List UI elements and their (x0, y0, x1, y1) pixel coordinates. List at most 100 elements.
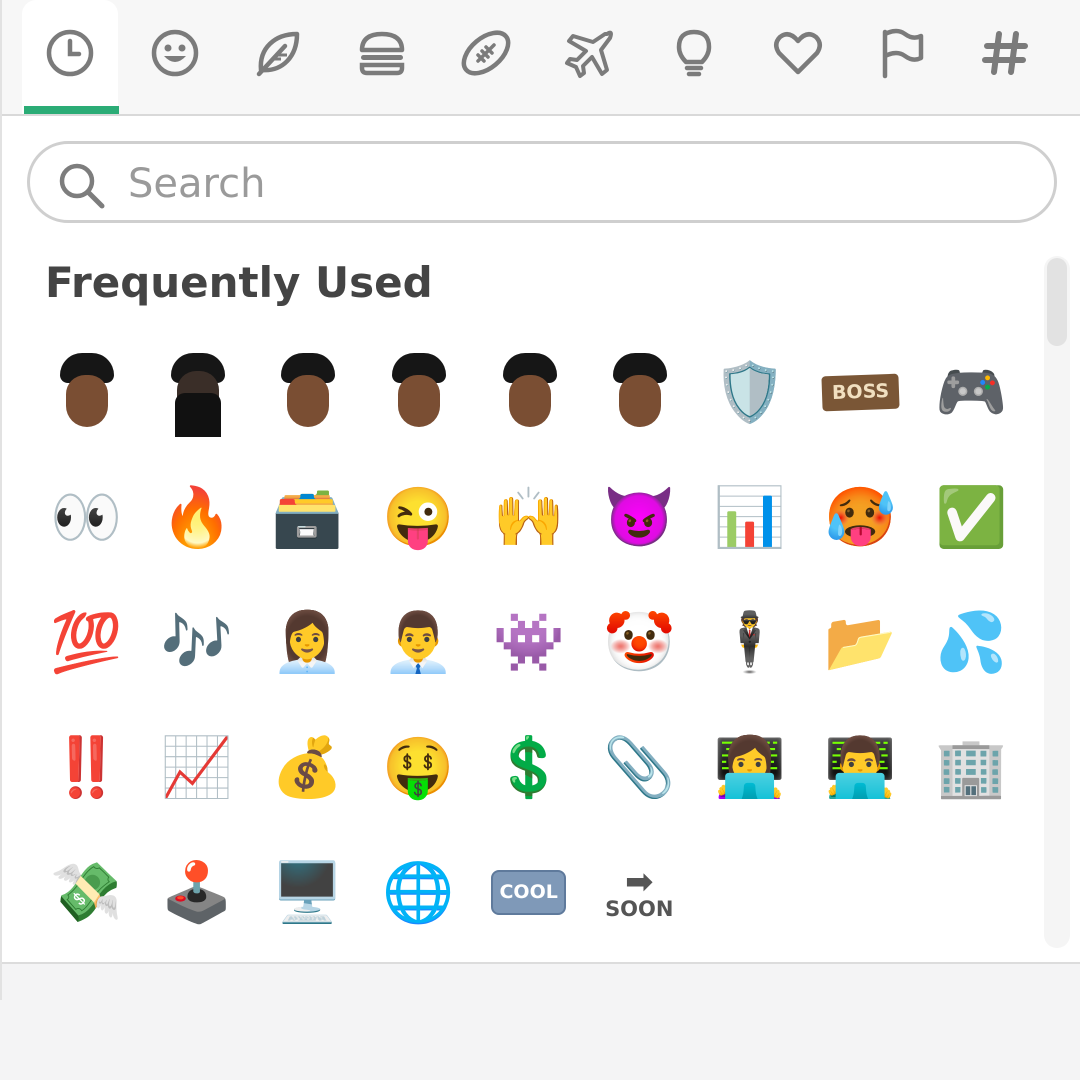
emoji-card-file-box[interactable]: 🗃️ (252, 455, 363, 580)
globe-with-meridians-icon: 🌐 (381, 859, 455, 925)
emoji-globe-with-meridians[interactable]: 🌐 (363, 830, 474, 955)
office-building-icon: 🏢 (934, 734, 1008, 800)
emoji-open-folder[interactable]: 📂 (805, 580, 916, 705)
tab-smileys[interactable] (127, 0, 223, 114)
section-title: Frequently Used (45, 258, 433, 307)
emoji-eyes[interactable]: 👀 (31, 455, 142, 580)
lil-nas-x-thinking-icon (271, 352, 343, 433)
hundred-points-icon: 💯 (50, 609, 123, 675)
emoji-musical-notes[interactable]: 🎶 (142, 580, 253, 705)
emoji-sweat-droplets[interactable]: 💦 (916, 580, 1027, 705)
emoji-smiling-imp[interactable]: 😈 (584, 455, 695, 580)
emoji-boss-plaque[interactable]: BOSS (805, 330, 916, 455)
worlds-crest-icon: 🛡️ (713, 359, 786, 425)
emoji-lil-nas-x-grinning[interactable] (584, 330, 695, 455)
emoji-chart-increasing[interactable]: 📈 (142, 705, 253, 830)
bar-chart-icon: 📊 (713, 484, 786, 550)
emoji-joystick[interactable]: 🕹️ (142, 830, 253, 955)
smiling-imp-icon: 😈 (603, 484, 676, 550)
emoji-worlds-crest[interactable]: 🛡️ (695, 330, 806, 455)
emoji-lil-nas-x-smiling[interactable] (473, 330, 584, 455)
lil-nas-x-smiling-icon (493, 352, 565, 433)
desktop-computer-icon: 🖥️ (271, 859, 344, 925)
emoji-double-exclamation[interactable]: ‼️ (31, 705, 142, 830)
emoji-soon-arrow[interactable]: ➡ SOON (584, 830, 695, 955)
check-mark-icon: ✅ (934, 484, 1008, 550)
winking-tongue-icon: 😜 (381, 484, 455, 550)
search-input[interactable] (126, 156, 1030, 212)
lil-nas-x-leather-jacket-icon (50, 352, 122, 433)
alien-monster-icon: 👾 (492, 609, 565, 675)
flag-icon (882, 28, 924, 79)
fire-icon: 🔥 (160, 484, 233, 550)
hot-face-icon: 🥵 (824, 484, 897, 550)
emoji-alien-monster[interactable]: 👾 (473, 580, 584, 705)
emoji-man-office-worker[interactable]: 👨‍💼 (363, 580, 474, 705)
money-with-wings-icon: 💸 (50, 859, 123, 925)
emoji-grid: 🛡️ BOSS 🎮 👀 🔥 🗃️ 😜 🙌 😈 📊 🥵 ✅ 💯 🎶 👩‍💼 👨‍💼 👾 🤡 🕴️ 📂 💦 ‼️ 📈 💰 🤑 💲 📎 👩‍… (31, 330, 1026, 955)
emoji-man-technologist[interactable]: 👨‍💻 (805, 705, 916, 830)
woman-technologist-icon: 👩‍💻 (713, 734, 786, 800)
emoji-woman-technologist[interactable]: 👩‍💻 (695, 705, 806, 830)
lil-nas-x-looking-up-icon (382, 352, 454, 433)
emoji-lil-nas-x-looking-up[interactable] (363, 330, 474, 455)
emoji-winking-tongue[interactable]: 😜 (363, 455, 474, 580)
emoji-money-bag[interactable]: 💰 (252, 705, 363, 830)
woman-office-worker-icon: 👩‍💼 (271, 609, 344, 675)
scrollbar[interactable] (1044, 256, 1070, 948)
emoji-dollar-sign[interactable]: 💲 (473, 705, 584, 830)
window-left-edge (0, 0, 2, 1000)
smiley-icon (151, 29, 199, 77)
soon-arrow-icon: ➡ SOON (605, 865, 673, 920)
emoji-money-with-wings[interactable]: 💸 (31, 830, 142, 955)
money-mouth-face-icon: 🤑 (381, 734, 455, 800)
emoji-levitating-man[interactable]: 🕴️ (695, 580, 806, 705)
emoji-check-mark[interactable]: ✅ (916, 455, 1027, 580)
tab-objects[interactable] (646, 0, 742, 114)
emoji-money-mouth-face[interactable]: 🤑 (363, 705, 474, 830)
emoji-lil-nas-x-standing[interactable] (142, 330, 253, 455)
tab-activity[interactable] (438, 0, 534, 114)
category-tab-bar (0, 0, 1080, 116)
money-bag-icon: 💰 (271, 734, 344, 800)
musical-notes-icon: 🎶 (160, 609, 233, 675)
emoji-desktop-computer[interactable]: 🖥️ (252, 830, 363, 955)
emoji-lil-nas-x-leather-jacket[interactable] (31, 330, 142, 455)
tab-flags[interactable] (854, 0, 950, 114)
emoji-woman-office-worker[interactable]: 👩‍💼 (252, 580, 363, 705)
tab-food[interactable] (334, 0, 430, 114)
eyes-icon: 👀 (50, 484, 123, 550)
emoji-bar-chart[interactable]: 📊 (695, 455, 806, 580)
tab-travel[interactable] (542, 0, 638, 114)
lil-nas-x-standing-icon (161, 352, 233, 437)
search-bar[interactable] (27, 141, 1057, 223)
active-tab-indicator (24, 106, 119, 114)
tab-custom[interactable] (958, 0, 1054, 114)
game-controller-icon: 🎮 (934, 359, 1008, 425)
emoji-hot-face[interactable]: 🥵 (805, 455, 916, 580)
man-office-worker-icon: 👨‍💼 (381, 609, 455, 675)
lightbulb-icon (676, 29, 712, 77)
search-icon (59, 163, 105, 209)
emoji-clown-face[interactable]: 🤡 (584, 580, 695, 705)
emoji-fire[interactable]: 🔥 (142, 455, 253, 580)
paperclip-icon: 📎 (603, 734, 676, 800)
tab-symbols[interactable] (750, 0, 846, 114)
dollar-sign-icon: 💲 (492, 734, 565, 800)
burger-icon (359, 31, 405, 76)
sweat-droplets-icon: 💦 (934, 609, 1008, 675)
tab-recent[interactable] (22, 0, 118, 114)
emoji-cool-button[interactable]: COOL (473, 830, 584, 955)
lil-nas-x-grinning-icon (603, 352, 675, 433)
chart-increasing-icon: 📈 (160, 734, 233, 800)
emoji-lil-nas-x-thinking[interactable] (252, 330, 363, 455)
boss-plaque-icon: BOSS (821, 373, 900, 412)
emoji-hundred-points[interactable]: 💯 (31, 580, 142, 705)
emoji-game-controller[interactable]: 🎮 (916, 330, 1027, 455)
airplane-icon (565, 30, 613, 78)
tab-nature[interactable] (230, 0, 326, 114)
emoji-raised-hands[interactable]: 🙌 (473, 455, 584, 580)
scrollbar-thumb[interactable] (1047, 258, 1067, 346)
emoji-paperclip[interactable]: 📎 (584, 705, 695, 830)
emoji-office-building[interactable]: 🏢 (916, 705, 1027, 830)
